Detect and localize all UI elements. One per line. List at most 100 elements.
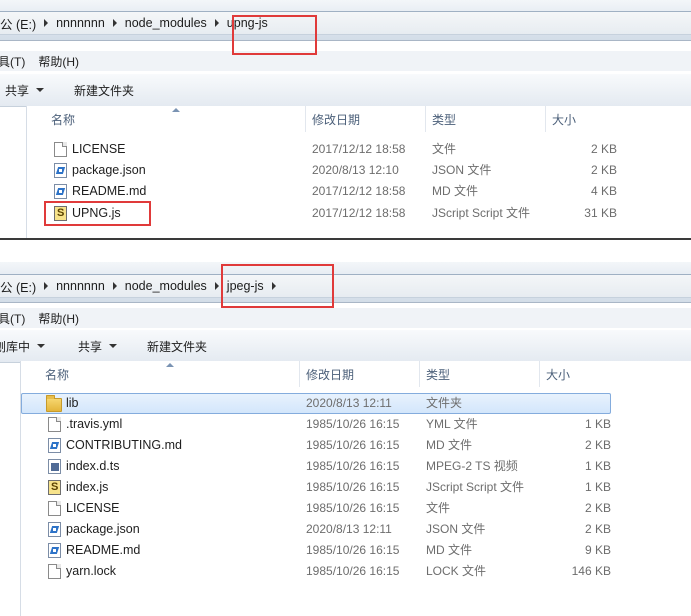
file-row[interactable]: LICENSE 2017/12/12 18:58 文件 2 KB (27, 139, 617, 160)
breadcrumb-drive[interactable]: 公 (E:) (0, 14, 42, 33)
new-folder-button[interactable]: 新建文件夹 (54, 82, 144, 99)
vscode-file-icon (48, 522, 61, 537)
breadcrumb-chevron-icon[interactable] (44, 19, 49, 27)
column-header: 名称 修改日期 类型 大小 (21, 361, 691, 387)
breadcrumb-chevron-icon[interactable] (44, 282, 49, 290)
new-folder-label: 新建文件夹 (74, 83, 135, 98)
file-name: CONTRIBUTING.md (66, 438, 182, 452)
file-type: 文件 (432, 142, 457, 156)
breadcrumb-nnnnnnn[interactable]: nnnnnnn (50, 16, 111, 30)
file-size (541, 393, 611, 414)
breadcrumb-chevron-icon[interactable] (214, 282, 219, 290)
highlight-box-jpeg-path (221, 264, 334, 308)
file-size: 1 KB (584, 417, 611, 431)
file-size: 2 KB (590, 142, 617, 156)
breadcrumb-chevron-icon[interactable] (112, 282, 117, 290)
file-name: README.md (72, 184, 147, 198)
file-size: 1 KB (584, 459, 611, 473)
file-type: MD 文件 (426, 438, 472, 452)
document-icon (48, 501, 61, 516)
menu-bar: 具(T) 帮助(H) (0, 51, 691, 71)
file-row[interactable]: README.md 1985/10/26 16:15 MD 文件 9 KB (21, 540, 611, 561)
file-type: JScript Script 文件 (432, 206, 531, 220)
file-size: 1 KB (584, 480, 611, 494)
file-row[interactable]: package.json 2020/8/13 12:10 JSON 文件 2 K… (27, 160, 617, 181)
chevron-down-icon (109, 344, 118, 348)
file-size: 31 KB (584, 206, 617, 220)
file-row[interactable]: index.d.ts 1985/10/26 16:15 MPEG-2 TS 视频… (21, 456, 611, 477)
file-row[interactable]: yarn.lock 1985/10/26 16:15 LOCK 文件 146 K… (21, 561, 611, 582)
command-bar: 刨库中 共享 新建文件夹 (0, 329, 691, 363)
file-row-selected[interactable]: lib 2020/8/13 12:11 文件夹 (21, 393, 611, 414)
file-name: .travis.yml (66, 417, 123, 431)
column-name[interactable]: 名称 (45, 106, 305, 132)
menu-help[interactable]: 帮助(H) (38, 53, 88, 70)
file-name: README.md (66, 543, 141, 557)
file-name: yarn.lock (66, 564, 117, 578)
file-modified: 1985/10/26 16:15 (306, 543, 400, 557)
share-button[interactable]: 共享 (55, 338, 127, 355)
column-type[interactable]: 类型 (419, 361, 539, 387)
file-row[interactable]: CONTRIBUTING.md 1985/10/26 16:15 MD 文件 2… (21, 435, 611, 456)
column-modified[interactable]: 修改日期 (299, 361, 419, 387)
include-in-library-label: 刨库中 (0, 339, 31, 354)
file-size: 146 KB (571, 564, 611, 578)
breadcrumb-node-modules[interactable]: node_modules (119, 16, 213, 30)
file-modified: 2020/8/13 12:11 (306, 396, 392, 410)
chevron-down-icon (37, 344, 46, 348)
file-type: LOCK 文件 (426, 564, 487, 578)
vscode-file-icon (54, 163, 67, 178)
breadcrumb-nnnnnnn[interactable]: nnnnnnn (50, 279, 111, 293)
file-modified: 1985/10/26 16:15 (306, 480, 400, 494)
new-folder-button[interactable]: 新建文件夹 (127, 338, 217, 355)
document-icon (48, 417, 61, 432)
file-type: MPEG-2 TS 视频 (426, 459, 518, 473)
typescript-file-icon (48, 459, 61, 474)
file-modified: 1985/10/26 16:15 (306, 438, 400, 452)
menu-tools[interactable]: 具(T) (0, 53, 34, 70)
file-modified: 1985/10/26 16:15 (306, 459, 400, 473)
share-label: 共享 (5, 83, 30, 98)
file-type: JSON 文件 (426, 522, 486, 536)
file-modified: 1985/10/26 16:15 (306, 417, 400, 431)
column-type[interactable]: 类型 (425, 106, 545, 132)
menu-bar: 具(T) 帮助(H) (0, 308, 691, 328)
file-row[interactable]: README.md 2017/12/12 18:58 MD 文件 4 KB (27, 181, 617, 202)
document-icon (54, 142, 67, 157)
breadcrumb-chevron-icon[interactable] (214, 19, 219, 27)
file-modified: 2020/8/13 12:11 (306, 522, 392, 536)
address-bar: 公 (E:) nnnnnnn node_modules jpeg-js (0, 262, 691, 303)
column-modified[interactable]: 修改日期 (305, 106, 425, 132)
column-size[interactable]: 大小 (539, 361, 619, 387)
column-header: 名称 修改日期 类型 大小 (27, 106, 691, 132)
chevron-down-icon (36, 88, 45, 92)
file-row[interactable]: .travis.yml 1985/10/26 16:15 YML 文件 1 KB (21, 414, 611, 435)
file-type: JScript Script 文件 (426, 480, 525, 494)
breadcrumb-chevron-icon[interactable] (112, 19, 117, 27)
file-row[interactable]: index.js 1985/10/26 16:15 JScript Script… (21, 477, 611, 498)
file-name: index.d.ts (66, 459, 120, 473)
file-type: 文件 (426, 501, 451, 515)
column-name[interactable]: 名称 (39, 361, 299, 387)
breadcrumb-node-modules[interactable]: node_modules (119, 279, 213, 293)
column-size[interactable]: 大小 (545, 106, 625, 132)
file-row[interactable]: LICENSE 1985/10/26 16:15 文件 2 KB (21, 498, 611, 519)
file-row[interactable]: package.json 2020/8/13 12:11 JSON 文件 2 K… (21, 519, 611, 540)
file-modified: 2017/12/12 18:58 (312, 184, 406, 198)
file-size: 2 KB (584, 501, 611, 515)
file-name: lib (66, 396, 79, 410)
breadcrumb[interactable]: 公 (E:) nnnnnnn node_modules jpeg-js (0, 274, 691, 298)
file-name: package.json (72, 163, 146, 177)
file-name: LICENSE (72, 142, 126, 156)
breadcrumb-drive[interactable]: 公 (E:) (0, 277, 42, 296)
include-in-library-button[interactable]: 刨库中 (0, 338, 55, 355)
share-button[interactable]: 共享 (0, 82, 54, 99)
breadcrumb[interactable]: 公 (E:) nnnnnnn node_modules upng-js (0, 11, 691, 35)
menu-help[interactable]: 帮助(H) (38, 310, 88, 327)
file-modified: 2020/8/13 12:10 (312, 163, 399, 177)
vscode-file-icon (54, 184, 67, 199)
menu-tools[interactable]: 具(T) (0, 310, 34, 327)
file-type: YML 文件 (426, 417, 478, 431)
highlight-box-upng-file (44, 201, 151, 226)
file-size: 2 KB (590, 163, 617, 177)
